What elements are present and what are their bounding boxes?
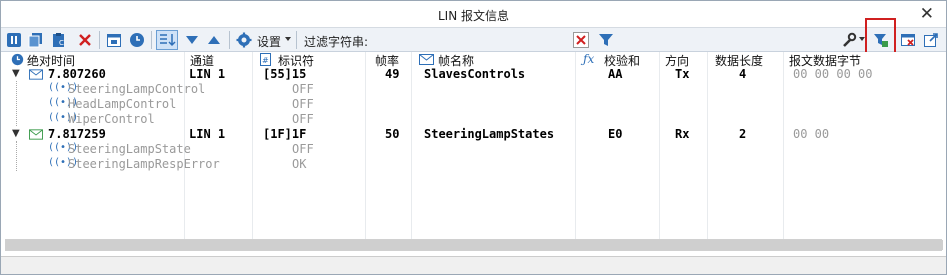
data-bytes-value: 00 00 00 00 — [793, 67, 873, 81]
wrench-icon[interactable] — [841, 32, 857, 48]
close-icon[interactable]: ✕ — [920, 4, 934, 24]
signal-row[interactable]: ((•)) WiperControl OFF — [1, 112, 946, 127]
settings-menu-label[interactable]: 设置 — [257, 33, 281, 50]
id-icon: # — [260, 53, 271, 66]
checksum-value: AA — [608, 67, 623, 81]
frame-name-value: SteeringLampStates — [424, 127, 555, 141]
toolbar-separator — [99, 31, 100, 49]
clear-window-icon[interactable] — [900, 32, 916, 48]
sort-icon[interactable] — [156, 30, 178, 50]
chevron-down-icon[interactable]: ▼ — [12, 128, 20, 139]
signal-row[interactable]: ((•)) SteeringLampState OFF — [1, 142, 946, 157]
gear-icon[interactable] — [236, 32, 252, 48]
data-length-value: 2 — [739, 127, 747, 141]
status-bar — [1, 256, 946, 274]
signal-name: SteeringLampRespError — [68, 157, 220, 171]
table-row[interactable]: ▼ 7.817259 LIN 1 [1F]1F 50 SteeringLampS… — [1, 127, 946, 142]
frequency-value: 49 — [385, 67, 400, 81]
toolbar: C 设置 过滤字符串: — [1, 28, 946, 52]
direction-value: Tx — [675, 67, 690, 81]
signal-name: WiperControl — [68, 112, 155, 126]
signal-value: OFF — [292, 82, 314, 96]
signal-value: OFF — [292, 142, 314, 156]
signal-name: SteeringLampState — [68, 142, 191, 156]
clock-icon — [11, 53, 24, 66]
chevron-down-icon[interactable]: ▼ — [12, 68, 20, 79]
direction-value: Rx — [675, 127, 690, 141]
toolbar-separator — [151, 31, 152, 49]
frame-name-value: SlavesControls — [424, 67, 526, 81]
svg-text:#: # — [262, 56, 269, 65]
scrollbar-thumb[interactable] — [6, 240, 943, 250]
signal-value: OK — [292, 157, 307, 171]
signal-row[interactable]: ((•)) SteeringLampRespError OK — [1, 157, 946, 172]
function-icon: ƒx — [583, 52, 595, 66]
envelope-icon — [29, 129, 43, 140]
horizontal-scrollbar[interactable] — [5, 239, 943, 251]
lin-message-window: LIN 报文信息 ✕ C 设置 过滤字符串: 绝对时间 通道 # 标识符 帧率 … — [0, 0, 947, 275]
highlight-box — [865, 18, 896, 56]
id-value: [55]15 — [263, 67, 307, 81]
channel-value: LIN 1 — [189, 67, 226, 81]
scroll-up-icon[interactable] — [206, 32, 222, 48]
checksum-value: E0 — [608, 127, 623, 141]
table-row[interactable]: ▼ 7.807260 LIN 1 [55]15 49 SlavesControl… — [1, 67, 946, 82]
table-header: 绝对时间 通道 # 标识符 帧率 帧名称 ƒx 校验和 方向 数据长度 报文数据… — [1, 52, 946, 68]
id-value: [1F]1F — [263, 127, 307, 141]
signal-value: OFF — [292, 97, 314, 111]
time-value: 7.807260 — [48, 67, 106, 81]
envelope-icon — [419, 54, 434, 65]
svg-text:C: C — [59, 39, 64, 47]
scroll-down-icon[interactable] — [184, 32, 200, 48]
channel-value: LIN 1 — [189, 127, 226, 141]
save-log-icon[interactable] — [106, 32, 122, 48]
clock-icon[interactable] — [129, 32, 145, 48]
signal-row[interactable]: ((•)) HeadLampControl OFF — [1, 97, 946, 112]
data-bytes-value: 00 00 — [793, 127, 830, 141]
filter-icon[interactable] — [598, 32, 614, 48]
signal-name: HeadLampControl — [68, 97, 177, 111]
export-icon[interactable] — [923, 32, 939, 48]
toolbar-separator — [296, 31, 297, 49]
data-length-value: 4 — [739, 67, 747, 81]
window-title: LIN 报文信息 — [437, 9, 510, 23]
filter-input[interactable] — [369, 31, 569, 49]
title-bar: LIN 报文信息 ✕ — [1, 1, 946, 28]
filter-label: 过滤字符串: — [304, 35, 369, 49]
envelope-icon — [29, 69, 43, 80]
signal-name: SteeringLampControl — [68, 82, 206, 96]
frequency-value: 50 — [385, 127, 400, 141]
delete-icon[interactable] — [77, 32, 93, 48]
time-value: 7.817259 — [48, 127, 106, 141]
pause-icon[interactable] — [6, 32, 22, 48]
toolbar-separator — [229, 31, 230, 49]
copy-icon[interactable] — [28, 32, 44, 48]
signal-value: OFF — [292, 112, 314, 126]
clipboard-icon[interactable]: C — [51, 32, 67, 48]
signal-row[interactable]: ((•)) SteeringLampControl OFF — [1, 82, 946, 97]
clear-filter-icon[interactable] — [573, 32, 589, 48]
chevron-down-icon[interactable] — [285, 37, 291, 41]
